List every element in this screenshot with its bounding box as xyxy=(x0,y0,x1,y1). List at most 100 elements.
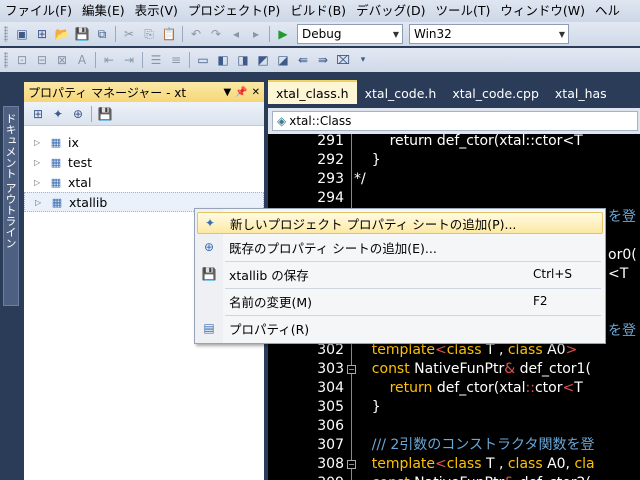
platform-value: Win32 xyxy=(414,27,452,41)
code-line[interactable]: 306 xyxy=(268,417,640,435)
tree-node-label: ix xyxy=(68,134,79,150)
menu-edit[interactable]: 編集(E) xyxy=(77,0,130,22)
undo-icon[interactable]: ↶ xyxy=(187,25,205,43)
add-sheet-icon[interactable]: ⊕ xyxy=(69,105,87,123)
prev-bookmark-folder-icon[interactable]: ◩ xyxy=(254,51,272,69)
navigate-back-icon[interactable]: ◂ xyxy=(227,25,245,43)
menu-item-add-existing-property-sheet[interactable]: ⊕ 既存のプロパティ シートの追加(E)... xyxy=(197,236,603,258)
next-bookmark-icon[interactable]: ◨ xyxy=(234,51,252,69)
menu-item-properties[interactable]: ▤ プロパティ(R) xyxy=(197,317,603,339)
add-existing-sheet-icon[interactable]: ⊞ xyxy=(29,105,47,123)
tree-node-ix[interactable]: ▷ ▦ ix xyxy=(24,132,264,152)
document-outline-tab[interactable]: ドキュメント アウトライン xyxy=(3,106,19,306)
pin-icon[interactable]: 📌 xyxy=(235,87,247,98)
paste-icon[interactable]: 📋 xyxy=(160,25,178,43)
menu-file[interactable]: ファイル(F) xyxy=(0,0,77,22)
expand-arrow-icon[interactable]: ▷ xyxy=(35,198,45,207)
panel-title-controls: ▼ 📌 ✕ xyxy=(223,87,264,98)
save-icon[interactable]: 💾 xyxy=(96,105,114,123)
code-line[interactable]: 292 } xyxy=(268,151,640,169)
uncomment-icon[interactable]: ≡ xyxy=(167,51,185,69)
tab-xtal-class-h[interactable]: xtal_class.h xyxy=(268,80,357,104)
class-dropdown[interactable]: ◈ xtal::Class xyxy=(272,111,638,131)
menu-help[interactable]: ヘル xyxy=(590,0,625,22)
comment-out-icon[interactable]: ☰ xyxy=(147,51,165,69)
code-line[interactable]: 305 } xyxy=(268,398,640,416)
menu-debug[interactable]: デバッグ(D) xyxy=(351,0,430,22)
menu-build[interactable]: ビルド(B) xyxy=(285,0,351,22)
decrease-indent-icon[interactable]: ⇤ xyxy=(100,51,118,69)
line-number: 308 xyxy=(317,456,344,472)
prev-bookmark-doc-icon[interactable]: ⇚ xyxy=(294,51,312,69)
code-token: template xyxy=(354,342,435,358)
platform-combo[interactable]: Win32 ▼ xyxy=(409,24,569,44)
complete-word-icon[interactable]: A xyxy=(73,51,91,69)
code-line[interactable]: 309 const NativeFunPtr& def_ctor2( xyxy=(268,474,640,480)
menu-window[interactable]: ウィンドウ(W) xyxy=(495,0,590,22)
tree-node-test[interactable]: ▷ ▦ test xyxy=(24,152,264,172)
code-token: > xyxy=(565,342,578,358)
menu-item-add-new-property-sheet[interactable]: ✦ 新しいプロジェクト プロパティ シートの追加(P)... xyxy=(197,212,603,234)
menu-view[interactable]: 表示(V) xyxy=(130,0,183,22)
expand-arrow-icon[interactable]: ▷ xyxy=(34,158,44,167)
menu-item-label: 既存のプロパティ シートの追加(E)... xyxy=(229,240,437,256)
menu-project[interactable]: プロジェクト(P) xyxy=(183,0,285,22)
menu-item-label: xtallib の保存 xyxy=(229,267,309,283)
line-number: 292 xyxy=(317,152,344,168)
quick-info-icon[interactable]: ⊡ xyxy=(13,51,31,69)
expand-arrow-icon[interactable]: ▷ xyxy=(34,138,44,147)
toolbar-grip[interactable] xyxy=(4,52,8,68)
line-text: */ xyxy=(354,170,366,188)
prev-bookmark-icon[interactable]: ◧ xyxy=(214,51,232,69)
cut-icon[interactable]: ✂ xyxy=(120,25,138,43)
code-line[interactable]: 294 xyxy=(268,189,640,207)
start-debugging-icon[interactable]: ▶ xyxy=(274,25,292,43)
code-line[interactable]: 307 /// 2引数のコンストラクタ関数を登 xyxy=(268,436,640,454)
param-info-icon[interactable]: ⊟ xyxy=(33,51,51,69)
redo-icon[interactable]: ↷ xyxy=(207,25,225,43)
window-position-icon[interactable]: ▼ xyxy=(223,87,231,98)
menu-item-rename[interactable]: 名前の変更(M) F2 xyxy=(197,290,603,312)
code-line[interactable]: 304 return def_ctor(xtal::ctor<T xyxy=(268,379,640,397)
next-bookmark-folder-icon[interactable]: ◪ xyxy=(274,51,292,69)
tab-xtal-code-h[interactable]: xtal_code.h xyxy=(357,82,445,104)
context-menu: ✦ 新しいプロジェクト プロパティ シートの追加(P)... ⊕ 既存のプロパテ… xyxy=(194,208,606,344)
save-icon[interactable]: 💾 xyxy=(73,25,91,43)
code-line[interactable]: 308 template<class T , class A0, cla xyxy=(268,455,640,473)
collapse-icon[interactable]: − xyxy=(347,365,356,374)
collapse-icon[interactable]: − xyxy=(347,460,356,469)
line-number: 303 xyxy=(317,361,344,377)
code-line[interactable]: 303 const NativeFunPtr& def_ctor1( xyxy=(268,360,640,378)
configuration-combo[interactable]: Debug ▼ xyxy=(297,24,403,44)
expand-arrow-icon[interactable]: ▷ xyxy=(34,178,44,187)
menu-tools[interactable]: ツール(T) xyxy=(430,0,495,22)
menu-item-label: プロパティ(R) xyxy=(229,321,310,337)
toolbar-grip[interactable] xyxy=(4,26,8,42)
list-members-icon[interactable]: ⊠ xyxy=(53,51,71,69)
increase-indent-icon[interactable]: ⇥ xyxy=(120,51,138,69)
copy-icon[interactable]: ⎘ xyxy=(140,25,158,43)
add-new-sheet-icon[interactable]: ✦ xyxy=(49,105,67,123)
toolbar-options-icon[interactable]: ▾ xyxy=(354,51,372,69)
new-project-icon[interactable]: ▣ xyxy=(13,25,31,43)
tab-xtal-has[interactable]: xtal_has xyxy=(547,82,615,104)
open-file-icon[interactable]: 📂 xyxy=(53,25,71,43)
menu-item-save[interactable]: 💾 xtallib の保存 Ctrl+S xyxy=(197,263,603,285)
code-token: ctor xyxy=(534,380,563,396)
tree-node-label: xtallib xyxy=(69,194,108,210)
line-text: /// 2引数のコンストラクタ関数を登 xyxy=(354,436,595,454)
code-line[interactable]: 291 return def_ctor(xtal::ctor<T xyxy=(268,134,640,150)
navigate-forward-icon[interactable]: ▸ xyxy=(247,25,265,43)
add-item-icon[interactable]: ⊞ xyxy=(33,25,51,43)
tab-xtal-code-cpp[interactable]: xtal_code.cpp xyxy=(444,82,547,104)
project-icon: ▦ xyxy=(50,175,62,189)
toggle-bookmark-icon[interactable]: ▭ xyxy=(194,51,212,69)
code-token: } xyxy=(354,399,381,415)
code-line[interactable]: 293 */ xyxy=(268,170,640,188)
clear-bookmarks-icon[interactable]: ⌧ xyxy=(334,51,352,69)
next-bookmark-doc-icon[interactable]: ⇛ xyxy=(314,51,332,69)
code-fragment: を登 xyxy=(608,323,636,339)
close-icon[interactable]: ✕ xyxy=(252,87,260,98)
save-all-icon[interactable]: ⧉ xyxy=(93,25,111,43)
tree-node-xtal[interactable]: ▷ ▦ xtal xyxy=(24,172,264,192)
